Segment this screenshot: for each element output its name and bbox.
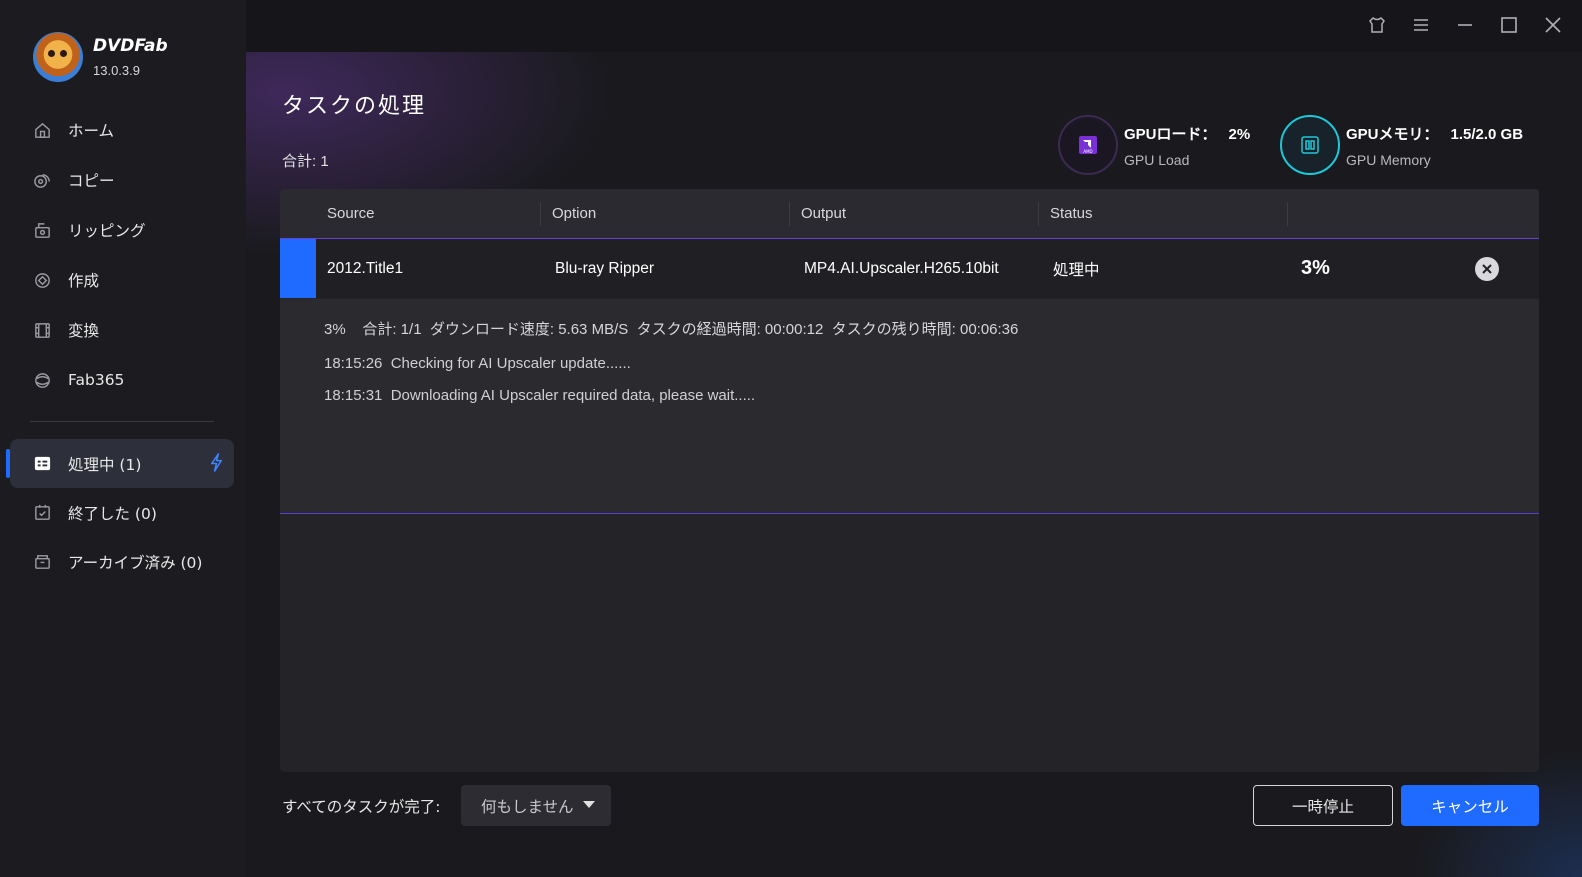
- nav-label: ホーム: [68, 122, 115, 140]
- cell-source: 2012.Title1: [327, 259, 404, 277]
- nav-label: Fab365: [68, 371, 125, 389]
- log-line: 18:15:31 Downloading AI Upscaler require…: [324, 387, 756, 404]
- sidebar: DVDFab 13.0.3.9 ホーム コピー リッピング 作成 変換 Fab3…: [0, 0, 246, 877]
- skin-icon[interactable]: [1366, 12, 1388, 38]
- fab365-icon: [32, 370, 52, 390]
- main-nav: ホーム コピー リッピング 作成 変換 Fab365: [0, 105, 246, 405]
- app-name: DVDFab: [93, 36, 168, 56]
- x-icon: [1482, 264, 1492, 274]
- nav-item-ripping[interactable]: リッピング: [0, 205, 246, 255]
- memory-chip-icon: [1301, 136, 1319, 154]
- gpu-load-sub: GPU Load: [1124, 151, 1190, 168]
- maximize-icon[interactable]: [1498, 12, 1520, 38]
- column-header-output: Output: [789, 189, 1038, 239]
- task-label: 終了した (0): [68, 504, 157, 523]
- nav-item-convert[interactable]: 変換: [0, 305, 246, 355]
- gpu-memory-label: GPUメモリ：: [1346, 125, 1439, 143]
- cell-option: Blu-ray Ripper: [555, 259, 655, 277]
- table-row[interactable]: 2012.Title1 Blu-ray Ripper MP4.AI.Upscal…: [280, 239, 1539, 298]
- cell-percent: 3%: [1301, 257, 1330, 279]
- archive-icon: [32, 552, 52, 572]
- task-panel: Source Option Output Status 2012.Title1 …: [280, 189, 1539, 772]
- nav-item-copy[interactable]: コピー: [0, 155, 246, 205]
- nav-item-home[interactable]: ホーム: [0, 105, 246, 155]
- task-nav: 処理中 (1) 終了した (0) アーカイブ済み (0): [0, 439, 246, 586]
- on-complete-label: すべてのタスクが完了:: [282, 798, 441, 816]
- gpu-load-ring: AMD: [1058, 115, 1118, 175]
- table-header: Source Option Output Status: [280, 189, 1539, 239]
- remove-task-button[interactable]: [1475, 257, 1499, 281]
- amd-brand-label: AMD: [1083, 149, 1092, 154]
- ripping-icon: [32, 220, 52, 240]
- sidebar-divider: [30, 421, 214, 422]
- column-header-status: Status: [1038, 189, 1287, 239]
- log-line: 18:15:26 Checking for AI Upscaler update…: [324, 355, 631, 372]
- cancel-button[interactable]: キャンセル: [1401, 785, 1539, 826]
- nav-label: リッピング: [68, 222, 146, 240]
- home-icon: [32, 120, 52, 140]
- menu-icon[interactable]: [1410, 12, 1432, 38]
- pause-button[interactable]: 一時停止: [1253, 785, 1393, 826]
- nav-label: 作成: [68, 272, 100, 290]
- create-icon: [32, 270, 52, 290]
- processing-icon: [32, 454, 52, 474]
- close-icon[interactable]: [1542, 12, 1564, 38]
- column-header-progress: [1287, 189, 1539, 239]
- title-bar: [246, 0, 1582, 52]
- progress-stats: 3% 合計: 1/1 ダウンロード速度: 5.63 MB/S タスクの経過時間:…: [324, 321, 1019, 338]
- brand: DVDFab 13.0.3.9: [33, 32, 168, 82]
- task-item-finished[interactable]: 終了した (0): [0, 488, 246, 537]
- finished-icon: [32, 503, 52, 523]
- app-version: 13.0.3.9: [93, 63, 140, 78]
- gpu-memory-widget: GPUメモリ： 1.5/2.0 GB GPU Memory: [1280, 115, 1523, 175]
- column-header-option: Option: [540, 189, 789, 239]
- gpu-memory-value: 1.5/2.0 GB: [1450, 125, 1524, 143]
- gpu-memory-sub: GPU Memory: [1346, 151, 1431, 168]
- convert-icon: [32, 320, 52, 340]
- amd-chip-icon: AMD: [1079, 136, 1097, 154]
- task-label: 処理中 (1): [68, 455, 142, 474]
- caret-down-icon: [583, 801, 595, 808]
- task-total: 合計: 1: [282, 153, 329, 170]
- column-header-source: Source: [327, 205, 375, 222]
- nav-label: 変換: [68, 322, 100, 340]
- window-controls: [1366, 12, 1564, 38]
- minimize-icon[interactable]: [1454, 12, 1476, 38]
- gpu-load-widget: AMD GPUロード： 2% GPU Load: [1058, 115, 1250, 175]
- page-title: タスクの処理: [282, 94, 427, 119]
- lightning-icon: [210, 453, 223, 472]
- gpu-load-label: GPUロード：: [1124, 125, 1217, 143]
- task-label: アーカイブ済み (0): [68, 553, 203, 572]
- task-detail: 3% 合計: 1/1 ダウンロード速度: 5.63 MB/S タスクの経過時間:…: [280, 299, 1539, 514]
- row-selection-marker: [280, 239, 316, 298]
- on-complete-value: 何もしません: [481, 797, 574, 816]
- nav-item-create[interactable]: 作成: [0, 255, 246, 305]
- gpu-memory-ring: [1280, 115, 1340, 175]
- cell-status: 処理中: [1053, 260, 1100, 279]
- gpu-load-value: 2%: [1228, 125, 1251, 143]
- copy-icon: [32, 170, 52, 190]
- nav-label: コピー: [68, 172, 115, 190]
- cell-output: MP4.AI.Upscaler.H265.10bit: [804, 259, 999, 277]
- nav-item-fab365[interactable]: Fab365: [0, 355, 246, 405]
- task-item-processing[interactable]: 処理中 (1): [6, 439, 234, 488]
- main-area: タスクの処理 合計: 1 AMD GPUロード： 2% GPU Load GPUメ…: [246, 52, 1582, 877]
- on-complete-select[interactable]: 何もしません: [461, 785, 611, 826]
- task-item-archived[interactable]: アーカイブ済み (0): [0, 537, 246, 586]
- dvdfab-logo-icon: [33, 32, 83, 82]
